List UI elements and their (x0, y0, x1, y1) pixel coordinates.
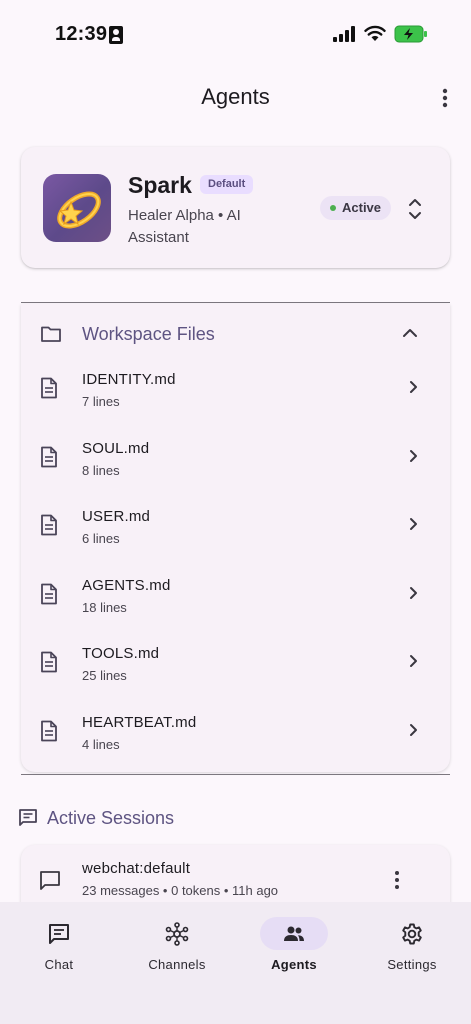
agent-avatar (43, 174, 111, 242)
default-badge: Default (200, 175, 254, 194)
nav-label-settings: Settings (387, 957, 437, 972)
file-row[interactable]: SOUL.md 8 lines (21, 432, 450, 500)
nav-item-chat[interactable]: Chat (0, 902, 118, 992)
unfold-more-icon[interactable] (405, 195, 425, 223)
file-name: HEARTBEAT.md (82, 714, 197, 731)
id-card-icon (109, 26, 123, 44)
chevron-right-icon[interactable] (405, 653, 421, 669)
wifi-icon (364, 25, 386, 41)
status-label: Active (342, 200, 382, 215)
bottom-navigation: Chat Channels Agents Settings (0, 902, 471, 1024)
file-row[interactable]: AGENTS.md 18 lines (21, 569, 450, 637)
agent-card[interactable]: Spark Default Healer Alpha • AI Assistan… (21, 147, 450, 268)
file-line-count: 4 lines (82, 737, 120, 752)
file-line-count: 18 lines (82, 599, 127, 615)
file-line-count: 25 lines (82, 668, 127, 684)
group-icon (284, 926, 304, 941)
chat-bubble-icon (19, 809, 37, 826)
nav-label-channels: Channels (148, 957, 206, 972)
file-row[interactable]: IDENTITY.md 7 lines (21, 363, 450, 431)
divider (21, 774, 450, 775)
chevron-right-icon[interactable] (405, 448, 421, 464)
page-title: Agents (201, 84, 270, 109)
chevron-right-icon[interactable] (405, 722, 421, 738)
file-name: TOOLS.md (82, 645, 160, 663)
status-badge: Active (320, 196, 392, 220)
status-dot (330, 205, 336, 211)
file-name: SOUL.md (82, 439, 150, 457)
document-icon (41, 720, 57, 742)
file-name: IDENTITY.md (82, 371, 176, 388)
agents-screen: 12:39 Agents Spark Default Healer Alpha … (0, 0, 471, 1024)
agent-subtitle: Healer Alpha • AI Assistant (128, 207, 241, 246)
chevron-up-icon[interactable] (399, 322, 421, 344)
nav-item-settings[interactable]: Settings (353, 902, 471, 992)
file-name: AGENTS.md (82, 576, 171, 594)
file-line-count: 8 lines (82, 462, 120, 478)
file-line-count: 6 lines (82, 531, 120, 547)
active-sessions-title: Active Sessions (47, 808, 175, 828)
nav-item-channels[interactable]: Channels (118, 902, 236, 992)
file-row[interactable]: USER.md 6 lines (21, 500, 450, 568)
chevron-right-icon[interactable] (405, 379, 421, 395)
workspace-files-panel: Workspace Files IDENTITY.md 7 lines SOUL.m… (21, 304, 450, 772)
hub-icon (165, 922, 189, 946)
document-icon (41, 583, 57, 605)
more-vert-icon[interactable] (432, 86, 458, 110)
workspace-files-title: Workspace Files (82, 324, 215, 344)
divider (21, 302, 450, 303)
file-line-count: 7 lines (82, 394, 120, 409)
document-icon (41, 377, 57, 399)
document-icon (41, 446, 57, 467)
file-row[interactable]: TOOLS.md 25 lines (21, 637, 450, 705)
signal-icon (333, 26, 355, 42)
battery-charging-icon (394, 25, 427, 43)
folder-icon (41, 326, 61, 342)
gear-icon (402, 923, 422, 945)
file-name: USER.md (82, 508, 151, 526)
dizzy-star-icon (57, 191, 101, 229)
document-icon (41, 651, 57, 673)
chat-icon (49, 924, 69, 944)
chat-icon (40, 871, 60, 890)
nav-label-agents: Agents (271, 957, 317, 972)
chevron-right-icon[interactable] (405, 516, 421, 532)
document-icon (41, 514, 57, 536)
status-time: 12:39 (55, 23, 108, 45)
session-meta: 23 messages • 0 tokens • 11h ago (82, 883, 279, 898)
nav-label-chat: Chat (44, 957, 74, 972)
session-name: webchat:default (82, 860, 191, 877)
nav-item-agents[interactable]: Agents (235, 902, 353, 992)
status-bar: 12:39 (0, 0, 471, 70)
more-vert-icon[interactable] (387, 869, 407, 891)
chevron-right-icon[interactable] (405, 585, 421, 601)
file-row[interactable]: HEARTBEAT.md 4 lines (21, 706, 450, 774)
agent-name: Spark (128, 172, 192, 198)
